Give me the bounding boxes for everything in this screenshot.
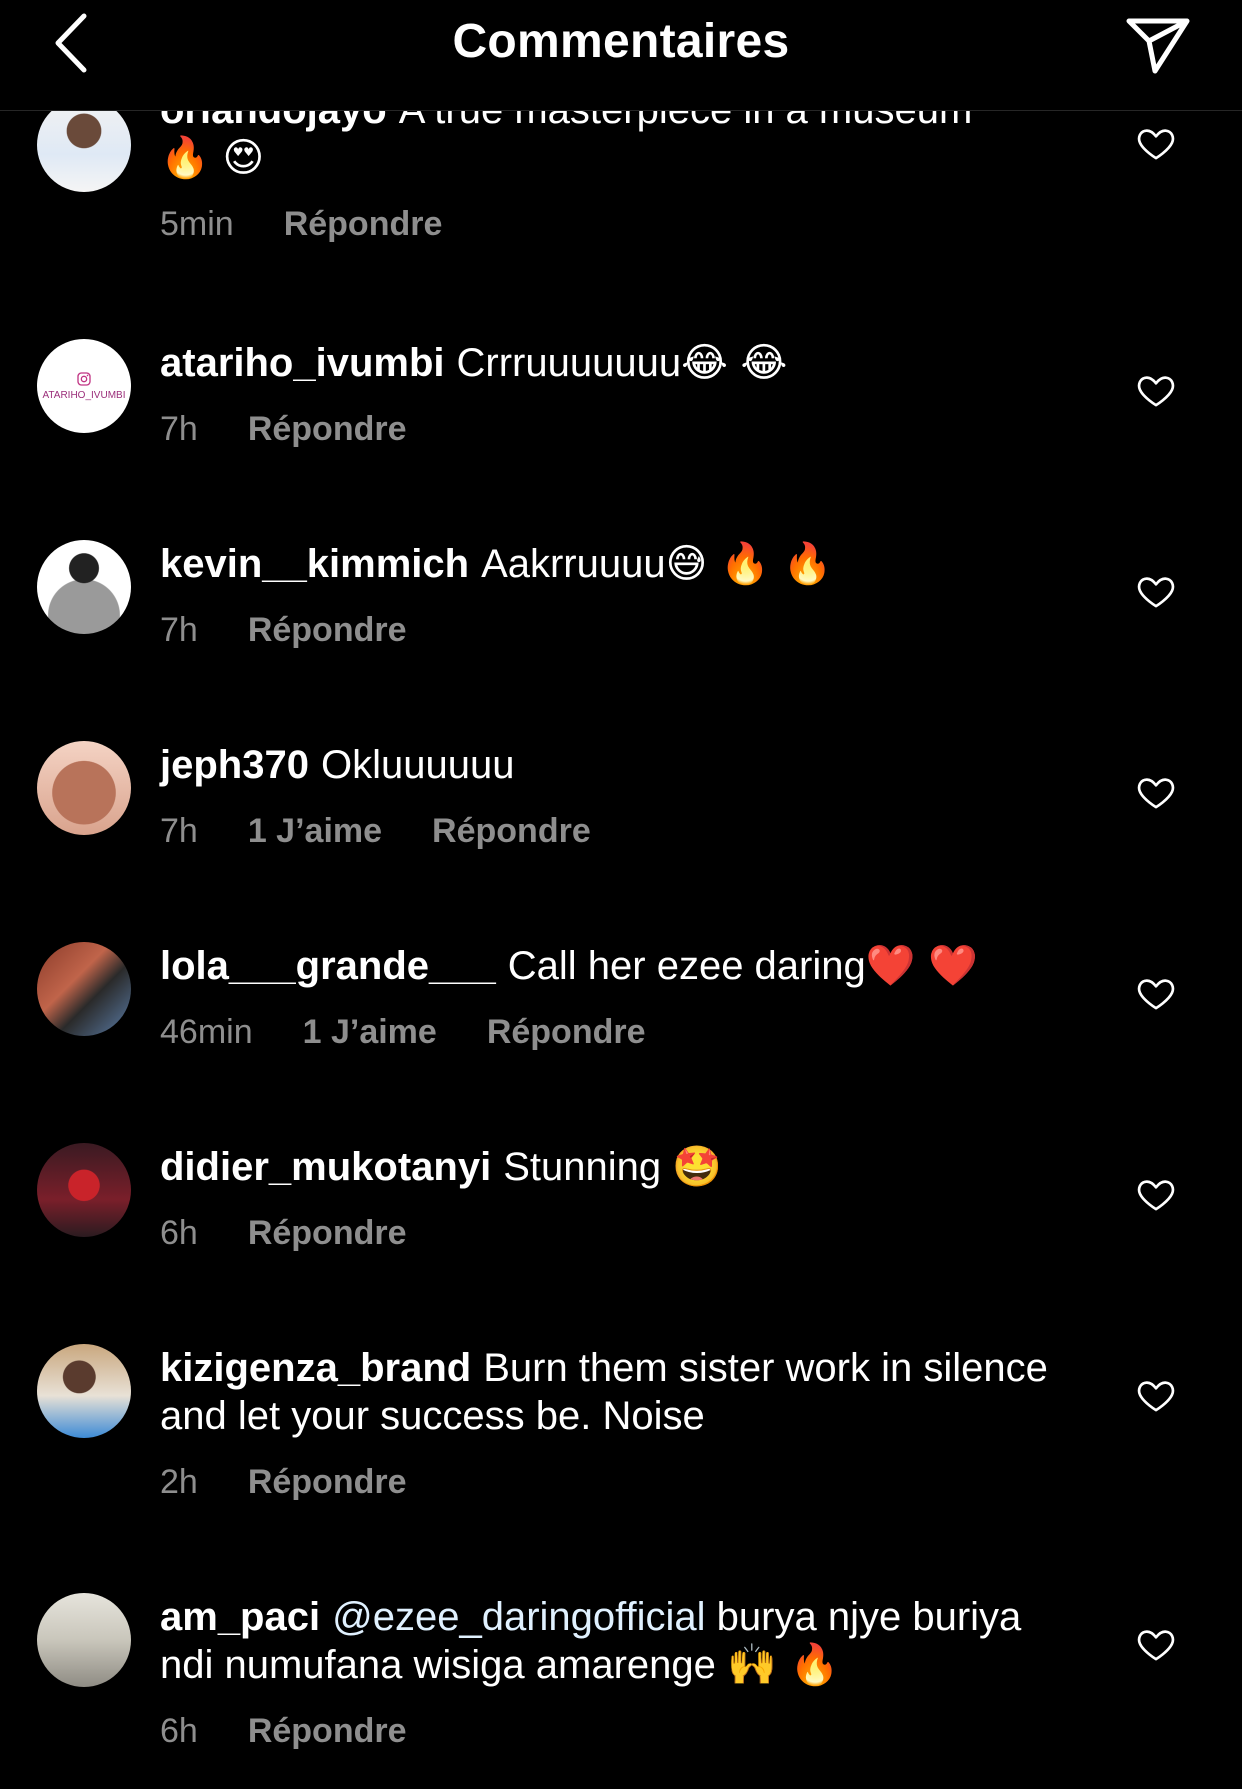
- reply-button[interactable]: Répondre: [248, 1213, 407, 1253]
- avatar-brand-text: ATARIHO_IVUMBI: [42, 390, 126, 401]
- comment-time: 7h: [160, 611, 198, 649]
- comment-body: Stunning: [503, 1145, 662, 1189]
- comment-time: 5min: [160, 205, 234, 243]
- comment-text: jeph370 Okluuuuuu: [160, 741, 1060, 789]
- comment-time: 7h: [160, 410, 198, 448]
- like-heart-icon[interactable]: [1136, 974, 1176, 1014]
- avatar[interactable]: [37, 942, 131, 1036]
- avatar[interactable]: [37, 741, 131, 835]
- avatar[interactable]: ATARIHO_IVUMBI: [37, 339, 131, 433]
- comment-body: Crrruuuuuuu: [456, 341, 682, 385]
- comment-username[interactable]: kizigenza_brand: [160, 1346, 471, 1390]
- avatar[interactable]: [37, 1344, 131, 1438]
- comment-body: Call her ezee daring: [507, 944, 866, 988]
- top-navigation-bar: Commentaires: [0, 0, 1242, 111]
- reply-button[interactable]: Répondre: [432, 811, 591, 851]
- comment-emojis: 🙌 🔥: [727, 1642, 840, 1688]
- comment-username[interactable]: lola___grande___: [160, 944, 496, 988]
- comment-text: kevin__kimmich Aakrruuuu😅 🔥 🔥: [160, 540, 1060, 588]
- comment-time: 2h: [160, 1463, 198, 1501]
- like-heart-icon[interactable]: [1136, 1376, 1176, 1416]
- comment-body: Aakrruuuu: [481, 542, 666, 586]
- comment-emojis: 😅 🔥 🔥: [665, 541, 833, 587]
- reply-button[interactable]: Répondre: [487, 1012, 646, 1052]
- comment-username[interactable]: jeph370: [160, 743, 309, 787]
- paper-plane-icon: [1126, 18, 1190, 74]
- comment-meta: 46min 1 J’aime Répondre: [160, 1012, 1060, 1052]
- comment-text: atariho_ivumbi Crrruuuuuuu😂 😂: [160, 339, 1060, 387]
- like-count[interactable]: 1 J’aime: [303, 1012, 437, 1052]
- comment-emojis: 🔥 😍: [160, 135, 265, 181]
- page-title: Commentaires: [452, 15, 790, 68]
- comment-meta: 7h Répondre: [160, 409, 1060, 449]
- comment-time: 6h: [160, 1712, 198, 1750]
- comment-username[interactable]: didier_mukotanyi: [160, 1145, 491, 1189]
- comment-username[interactable]: am_paci: [160, 1595, 320, 1639]
- instagram-icon: [77, 372, 91, 386]
- comment-mention-link[interactable]: @ezee_daringofficial: [332, 1595, 705, 1639]
- comment-meta: 5min Répondre: [160, 204, 1060, 244]
- comment-time: 7h: [160, 812, 198, 850]
- comments-list: orlandojayoA true masterpiece in a museu…: [0, 0, 1242, 1789]
- comment-emojis: ❤️ ❤️: [865, 943, 979, 989]
- comment-text: am_paci @ezee_daringofficial burya njye b…: [160, 1593, 1060, 1689]
- comment-meta: 7h 1 J’aime Répondre: [160, 811, 1060, 851]
- like-heart-icon[interactable]: [1136, 572, 1176, 612]
- like-heart-icon[interactable]: [1136, 124, 1176, 164]
- comment-meta: 6h Répondre: [160, 1711, 1060, 1751]
- like-heart-icon[interactable]: [1136, 1625, 1176, 1665]
- comment-username[interactable]: kevin__kimmich: [160, 542, 469, 586]
- comment-username[interactable]: atariho_ivumbi: [160, 341, 445, 385]
- like-heart-icon[interactable]: [1136, 773, 1176, 813]
- avatar[interactable]: [37, 540, 131, 634]
- reply-button[interactable]: Répondre: [284, 204, 443, 244]
- comment-meta: 7h Répondre: [160, 610, 1060, 650]
- comment-time: 6h: [160, 1214, 198, 1252]
- comment-meta: 6h Répondre: [160, 1213, 1060, 1253]
- share-button[interactable]: [1122, 12, 1194, 78]
- comment-text: lola___grande___ Call her ezee daring❤️ ❤…: [160, 942, 1060, 990]
- comment-meta: 2h Répondre: [160, 1462, 1060, 1502]
- like-heart-icon[interactable]: [1136, 1175, 1176, 1215]
- reply-button[interactable]: Répondre: [248, 1462, 407, 1502]
- comment-time: 46min: [160, 1013, 253, 1051]
- like-heart-icon[interactable]: [1136, 371, 1176, 411]
- comment-text: kizigenza_brand Burn them sister work in …: [160, 1344, 1060, 1440]
- comment-text: didier_mukotanyi Stunning 🤩: [160, 1143, 1060, 1191]
- avatar[interactable]: [37, 1593, 131, 1687]
- avatar[interactable]: [37, 1143, 131, 1237]
- reply-button[interactable]: Répondre: [248, 610, 407, 650]
- comment-emojis: 😂 😂: [681, 340, 788, 386]
- reply-button[interactable]: Répondre: [248, 1711, 407, 1751]
- avatar[interactable]: [37, 98, 131, 192]
- comment-body: Okluuuuuu: [320, 743, 515, 787]
- comment-emojis: 🤩: [672, 1144, 723, 1190]
- reply-button[interactable]: Répondre: [248, 409, 407, 449]
- like-count[interactable]: 1 J’aime: [248, 811, 382, 851]
